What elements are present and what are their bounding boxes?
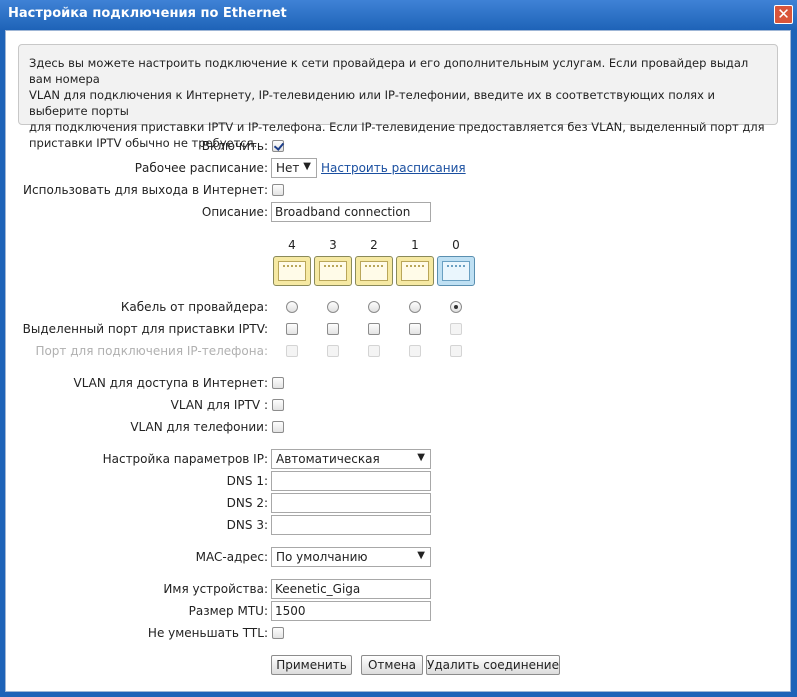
description-input[interactable] bbox=[271, 202, 431, 222]
chevron-down-icon: ▼ bbox=[303, 161, 311, 172]
dialog-window: Настройка подключения по Ethernet ✕ Здес… bbox=[0, 0, 797, 697]
port-number: 3 bbox=[329, 238, 337, 252]
ttl-checkbox[interactable] bbox=[272, 627, 284, 639]
vlan-phone-label: VLAN для телефонии: bbox=[130, 420, 268, 434]
mac-label: MAC-адрес: bbox=[195, 550, 268, 564]
info-line: Здесь вы можете настроить подключение к … bbox=[29, 56, 749, 86]
cable-port-1-radio[interactable] bbox=[409, 301, 421, 313]
phone-port-2-checkbox bbox=[368, 345, 380, 357]
phone-port-1-checkbox bbox=[409, 345, 421, 357]
iptv-port-0-checkbox bbox=[450, 323, 462, 335]
port-number: 1 bbox=[411, 238, 419, 252]
mac-select[interactable]: По умолчанию ▼ bbox=[271, 547, 431, 567]
ip-settings-value: Автоматическая bbox=[276, 452, 380, 466]
vlan-internet-checkbox[interactable] bbox=[272, 377, 284, 389]
schedule-label: Рабочее расписание: bbox=[134, 161, 268, 175]
iptv-port-3-checkbox[interactable] bbox=[327, 323, 339, 335]
dns2-label: DNS 2: bbox=[226, 496, 268, 510]
cable-port-2-radio[interactable] bbox=[368, 301, 380, 313]
dns3-label: DNS 3: bbox=[226, 518, 268, 532]
mac-value: По умолчанию bbox=[276, 550, 368, 564]
phone-port-4-checkbox bbox=[286, 345, 298, 357]
vlan-iptv-checkbox[interactable] bbox=[272, 399, 284, 411]
close-icon[interactable]: ✕ bbox=[774, 5, 793, 24]
device-name-label: Имя устройства: bbox=[163, 582, 268, 596]
use-internet-label: Использовать для выхода в Интернет: bbox=[23, 183, 268, 197]
dns1-label: DNS 1: bbox=[226, 474, 268, 488]
port-number: 0 bbox=[452, 238, 460, 252]
vlan-iptv-label: VLAN для IPTV : bbox=[170, 398, 268, 412]
dns1-input[interactable] bbox=[271, 471, 431, 491]
ethernet-port-icon bbox=[355, 256, 393, 286]
device-name-input[interactable] bbox=[271, 579, 431, 599]
delete-connection-button[interactable]: Удалить соединение bbox=[426, 655, 560, 675]
iptv-port-1-checkbox[interactable] bbox=[409, 323, 421, 335]
configure-schedules-link[interactable]: Настроить расписания bbox=[321, 161, 466, 175]
cable-port-3-radio[interactable] bbox=[327, 301, 339, 313]
cable-label: Кабель от провайдера: bbox=[120, 300, 268, 314]
wan-port-icon bbox=[437, 256, 475, 286]
ip-settings-select[interactable]: Автоматическая ▼ bbox=[271, 449, 431, 469]
mtu-label: Размер MTU: bbox=[188, 604, 268, 618]
phone-port-label: Порт для подключения IP-телефона: bbox=[35, 344, 268, 358]
ip-settings-label: Настройка параметров IP: bbox=[102, 452, 268, 466]
dns2-input[interactable] bbox=[271, 493, 431, 513]
info-line: VLAN для подключения к Интернету, IP-тел… bbox=[29, 88, 716, 118]
ethernet-port-icon bbox=[273, 256, 311, 286]
port-number: 4 bbox=[288, 238, 296, 252]
cancel-button[interactable]: Отмена bbox=[361, 655, 423, 675]
dialog-content: Здесь вы можете настроить подключение к … bbox=[5, 30, 791, 692]
info-box: Здесь вы можете настроить подключение к … bbox=[18, 44, 778, 150]
cable-port-4-radio[interactable] bbox=[286, 301, 298, 313]
description-label: Описание: bbox=[201, 205, 268, 219]
chevron-down-icon: ▼ bbox=[417, 550, 425, 561]
enable-checkbox[interactable] bbox=[272, 140, 284, 152]
phone-port-0-checkbox bbox=[450, 345, 462, 357]
iptv-port-4-checkbox[interactable] bbox=[286, 323, 298, 335]
iptv-port-2-checkbox[interactable] bbox=[368, 323, 380, 335]
ethernet-port-icon bbox=[314, 256, 352, 286]
cable-port-0-radio[interactable] bbox=[450, 301, 462, 313]
iptv-port-label: Выделенный порт для приставки IPTV: bbox=[22, 322, 268, 336]
mtu-input[interactable] bbox=[271, 601, 431, 621]
schedule-value: Нет bbox=[276, 161, 300, 175]
vlan-internet-label: VLAN для доступа в Интернет: bbox=[73, 376, 268, 390]
apply-button[interactable]: Применить bbox=[271, 655, 352, 675]
vlan-phone-checkbox[interactable] bbox=[272, 421, 284, 433]
dns3-input[interactable] bbox=[271, 515, 431, 535]
ttl-label: Не уменьшать TTL: bbox=[147, 626, 268, 640]
dialog-title: Настройка подключения по Ethernet bbox=[8, 6, 287, 21]
phone-port-3-checkbox bbox=[327, 345, 339, 357]
port-number: 2 bbox=[370, 238, 378, 252]
titlebar: Настройка подключения по Ethernet ✕ bbox=[0, 0, 797, 30]
schedule-select[interactable]: Нет ▼ bbox=[271, 158, 317, 178]
ethernet-port-icon bbox=[396, 256, 434, 286]
info-line: для подключения приставки IPTV и IP-теле… bbox=[29, 120, 765, 134]
use-internet-checkbox[interactable] bbox=[272, 184, 284, 196]
chevron-down-icon: ▼ bbox=[417, 452, 425, 463]
enable-label: Включить: bbox=[201, 139, 268, 153]
